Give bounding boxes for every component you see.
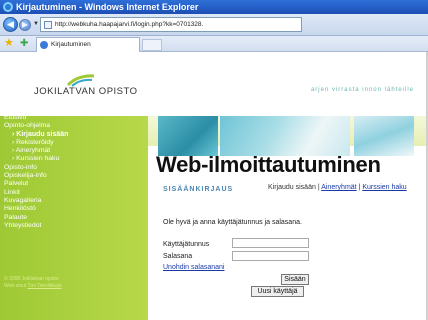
window-titlebar: Kirjautuminen - Windows Internet Explore… [0,0,428,14]
address-input[interactable]: http://webkuha.haapajarvi.fi/login.php?k… [40,17,302,32]
sidebar-item-kuvagalleria[interactable]: Kuvagalleria [4,197,144,205]
favorites-star-icon[interactable]: ★ [4,37,14,50]
top-links: Kirjaudu sisään | Aineryhmät | Kurssien … [268,184,407,191]
window-title: Kirjautuminen - Windows Internet Explore… [16,2,199,12]
footer-credits-label: Web-sivut [4,283,28,289]
forward-arrow-icon[interactable]: ▶ [19,19,31,31]
username-input[interactable] [232,238,309,248]
header-photos [148,116,428,156]
ie-logo-icon [3,2,13,12]
sidebar-item-etusivu[interactable]: Etusivu [4,114,144,122]
footer-copyright: © 2008 Jokilatvan opisto [4,276,59,282]
web-page: JOKILATVAN OPISTO arjen virrasta innon l… [0,52,428,320]
tab-page-icon [40,41,48,49]
footer-credits: Web-sivut Tmi Tekniikkaja [4,283,62,290]
tab-bar: ★ ✚ Kirjautuminen [0,36,428,52]
page-icon [44,21,52,29]
sidebar-item-opisto-info[interactable]: Opisto-info [4,164,144,172]
new-tab-button[interactable] [142,39,162,51]
address-toolbar: ◀ ▶ ▼ http://webkuha.haapajarvi.fi/login… [0,14,428,36]
logo-swoosh-icon [66,74,95,87]
password-label: Salasana [163,253,193,260]
section-title: SISÄÄNKIRJAUS [163,186,234,193]
sidebar-footer: © 2008 Jokilatvan opisto Web-sivut Tmi T… [4,276,62,290]
site-tagline: arjen virrasta innon lähteille [310,87,414,93]
sidebar-item-opiskelija-info[interactable]: Opiskelija-info [4,172,144,180]
sidebar-item-kurssien-haku[interactable]: › Kurssien haku [4,155,144,163]
footer-credits-link[interactable]: Tmi Tekniikkaja [27,283,61,289]
sidebar-menu: Etusivu Opinto-ohjelma › Kirjaudu sisään… [4,114,144,230]
sidebar-item-kirjaudu-sisaan[interactable]: › Kirjaudu sisään [4,131,144,139]
add-favorite-icon[interactable]: ✚ [20,37,28,50]
sidebar-item-opinto-ohjelma[interactable]: Opinto-ohjelma [4,122,144,130]
site-logo[interactable]: JOKILATVAN OPISTO [34,86,138,97]
address-url: http://webkuha.haapajarvi.fi/login.php?k… [55,21,204,28]
history-dropdown-icon[interactable]: ▼ [33,21,39,27]
login-instructions: Ole hyvä ja anna käyttäjätunnus ja salas… [163,219,302,226]
sidebar-item-yhteystiedot[interactable]: Yhteystiedot [4,222,144,230]
tab-kirjautuminen[interactable]: Kirjautuminen [36,37,140,52]
header-photo-1 [158,116,218,156]
login-button[interactable]: Sisään [281,274,309,285]
back-arrow-icon[interactable]: ◀ [3,17,18,32]
link-login-current[interactable]: Kirjaudu sisään [268,184,316,191]
sidebar-item-linkit[interactable]: Linkit [4,189,144,197]
password-input[interactable] [232,251,309,261]
header-photo-2 [220,116,350,156]
header-photo-3 [354,116,414,156]
link-kurssien-haku[interactable]: Kurssien haku [362,184,406,191]
sidebar-item-henkilosto[interactable]: Henkilöstö [4,205,144,213]
sidebar-item-aineryhmat[interactable]: › Aineryhmät [4,147,144,155]
username-label: Käyttäjätunnus [163,241,210,248]
tab-label: Kirjautuminen [51,41,91,48]
sidebar-item-palaute[interactable]: Palaute [4,214,144,222]
page-title: Web-ilmoittautuminen [156,152,381,177]
sidebar-item-palvelut[interactable]: Palvelut [4,180,144,188]
link-aineryhmat[interactable]: Aineryhmät [321,184,356,191]
sidebar-item-rekisteroidy[interactable]: › Rekisteröidy [4,139,144,147]
new-user-button[interactable]: Uusi käyttäjä [251,286,304,297]
forgot-password-link[interactable]: Unohdin salasanani [163,264,225,271]
